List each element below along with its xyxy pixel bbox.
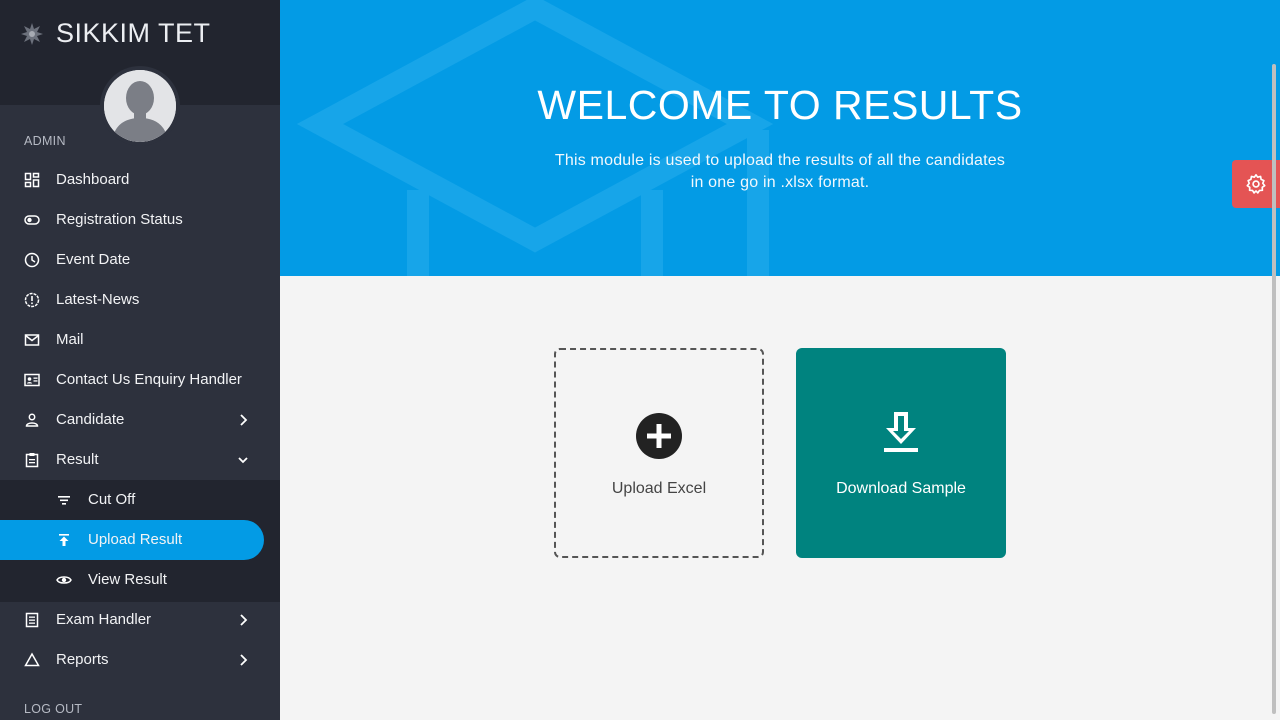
sidebar-item-label: Registration Status xyxy=(56,211,183,228)
sidebar-subitem-cut-off[interactable]: Cut Off xyxy=(0,480,280,520)
sidebar-subitem-view-result[interactable]: View Result xyxy=(0,560,280,600)
upload-excel-button[interactable]: Upload Excel xyxy=(554,348,764,558)
sidebar-item-label: Dashboard xyxy=(56,171,130,188)
sidebar-item-reports[interactable]: Reports xyxy=(0,640,280,680)
download-icon xyxy=(884,412,918,452)
sidebar-item-contact-us[interactable]: Contact Us Enquiry Handler xyxy=(0,360,280,400)
eye-icon xyxy=(56,576,72,584)
gear-icon xyxy=(1246,174,1266,194)
sidebar-item-label: Candidate xyxy=(56,411,125,428)
download-sample-label: Download Sample xyxy=(836,480,966,497)
contact-card-icon xyxy=(24,373,40,387)
avatar[interactable] xyxy=(100,66,180,146)
list-icon xyxy=(25,612,39,628)
user-icon xyxy=(25,413,39,427)
sidebar-item-dashboard[interactable]: Dashboard xyxy=(0,160,280,200)
plus-circle-icon xyxy=(636,413,682,459)
page-scrollbar[interactable] xyxy=(1270,60,1278,720)
sidebar-subitem-upload-result[interactable]: Upload Result xyxy=(0,520,264,560)
sidebar-item-label: Cut Off xyxy=(88,491,136,508)
page-description: This module is used to upload the result… xyxy=(530,150,1030,194)
sidebar-item-mail[interactable]: Mail xyxy=(0,320,280,360)
page-title: WELCOME TO RESULTS xyxy=(537,82,1023,128)
logout-link[interactable]: LOG OUT xyxy=(24,702,82,716)
mail-icon xyxy=(24,334,40,346)
filter-icon xyxy=(58,496,70,505)
triangle-icon xyxy=(24,652,40,667)
chevron-down-icon xyxy=(238,457,248,464)
sidebar-item-latest-news[interactable]: Latest-News xyxy=(0,280,280,320)
sidebar-item-result[interactable]: Result xyxy=(0,440,280,480)
alert-icon xyxy=(24,292,40,308)
description-line-1: This module is used to upload the result… xyxy=(554,152,1006,169)
toggle-icon xyxy=(24,215,40,225)
brand-name: SIKKIM TET xyxy=(56,18,211,48)
graduation-cap-watermark-icon xyxy=(296,0,774,276)
clipboard-icon xyxy=(25,453,39,468)
sidebar-item-label: Latest-News xyxy=(56,291,140,308)
sidebar-item-exam-handler[interactable]: Exam Handler xyxy=(0,600,280,640)
sidebar-item-label: Contact Us Enquiry Handler xyxy=(56,371,242,388)
sidebar-item-label: Exam Handler xyxy=(56,611,152,628)
hero-banner: WELCOME TO RESULTS This module is used t… xyxy=(280,0,1280,276)
brand[interactable]: SIKKIM TET xyxy=(20,18,211,49)
sidebar-item-label: Upload Result xyxy=(88,531,183,548)
sidebar: SIKKIM TET ADMIN Dashboard Registration … xyxy=(0,0,280,720)
sidebar-item-label: View Result xyxy=(88,571,167,588)
sidebar-item-registration-status[interactable]: Registration Status xyxy=(0,200,280,240)
upload-icon xyxy=(59,534,69,546)
sidebar-item-label: Event Date xyxy=(56,251,131,268)
description-line-2: in one go in .xlsx format. xyxy=(690,174,870,191)
chevron-right-icon xyxy=(240,614,248,626)
emblem-logo-icon xyxy=(21,22,43,45)
sidebar-item-label: Result xyxy=(56,451,99,468)
sidebar-item-candidate[interactable]: Candidate xyxy=(0,400,280,440)
sidebar-item-label: Reports xyxy=(56,651,109,668)
sidebar-item-event-date[interactable]: Event Date xyxy=(0,240,280,280)
section-label-admin: ADMIN xyxy=(24,134,66,148)
chevron-right-icon xyxy=(240,654,248,666)
chevron-right-icon xyxy=(240,414,248,426)
user-avatar-icon xyxy=(104,70,176,142)
upload-excel-label: Upload Excel xyxy=(611,480,707,497)
sidebar-item-label: Mail xyxy=(56,331,84,348)
download-sample-button[interactable]: Download Sample xyxy=(796,348,1006,558)
clock-icon xyxy=(24,252,40,268)
dashboard-icon xyxy=(24,172,40,188)
scrollbar-thumb[interactable] xyxy=(1272,64,1276,714)
